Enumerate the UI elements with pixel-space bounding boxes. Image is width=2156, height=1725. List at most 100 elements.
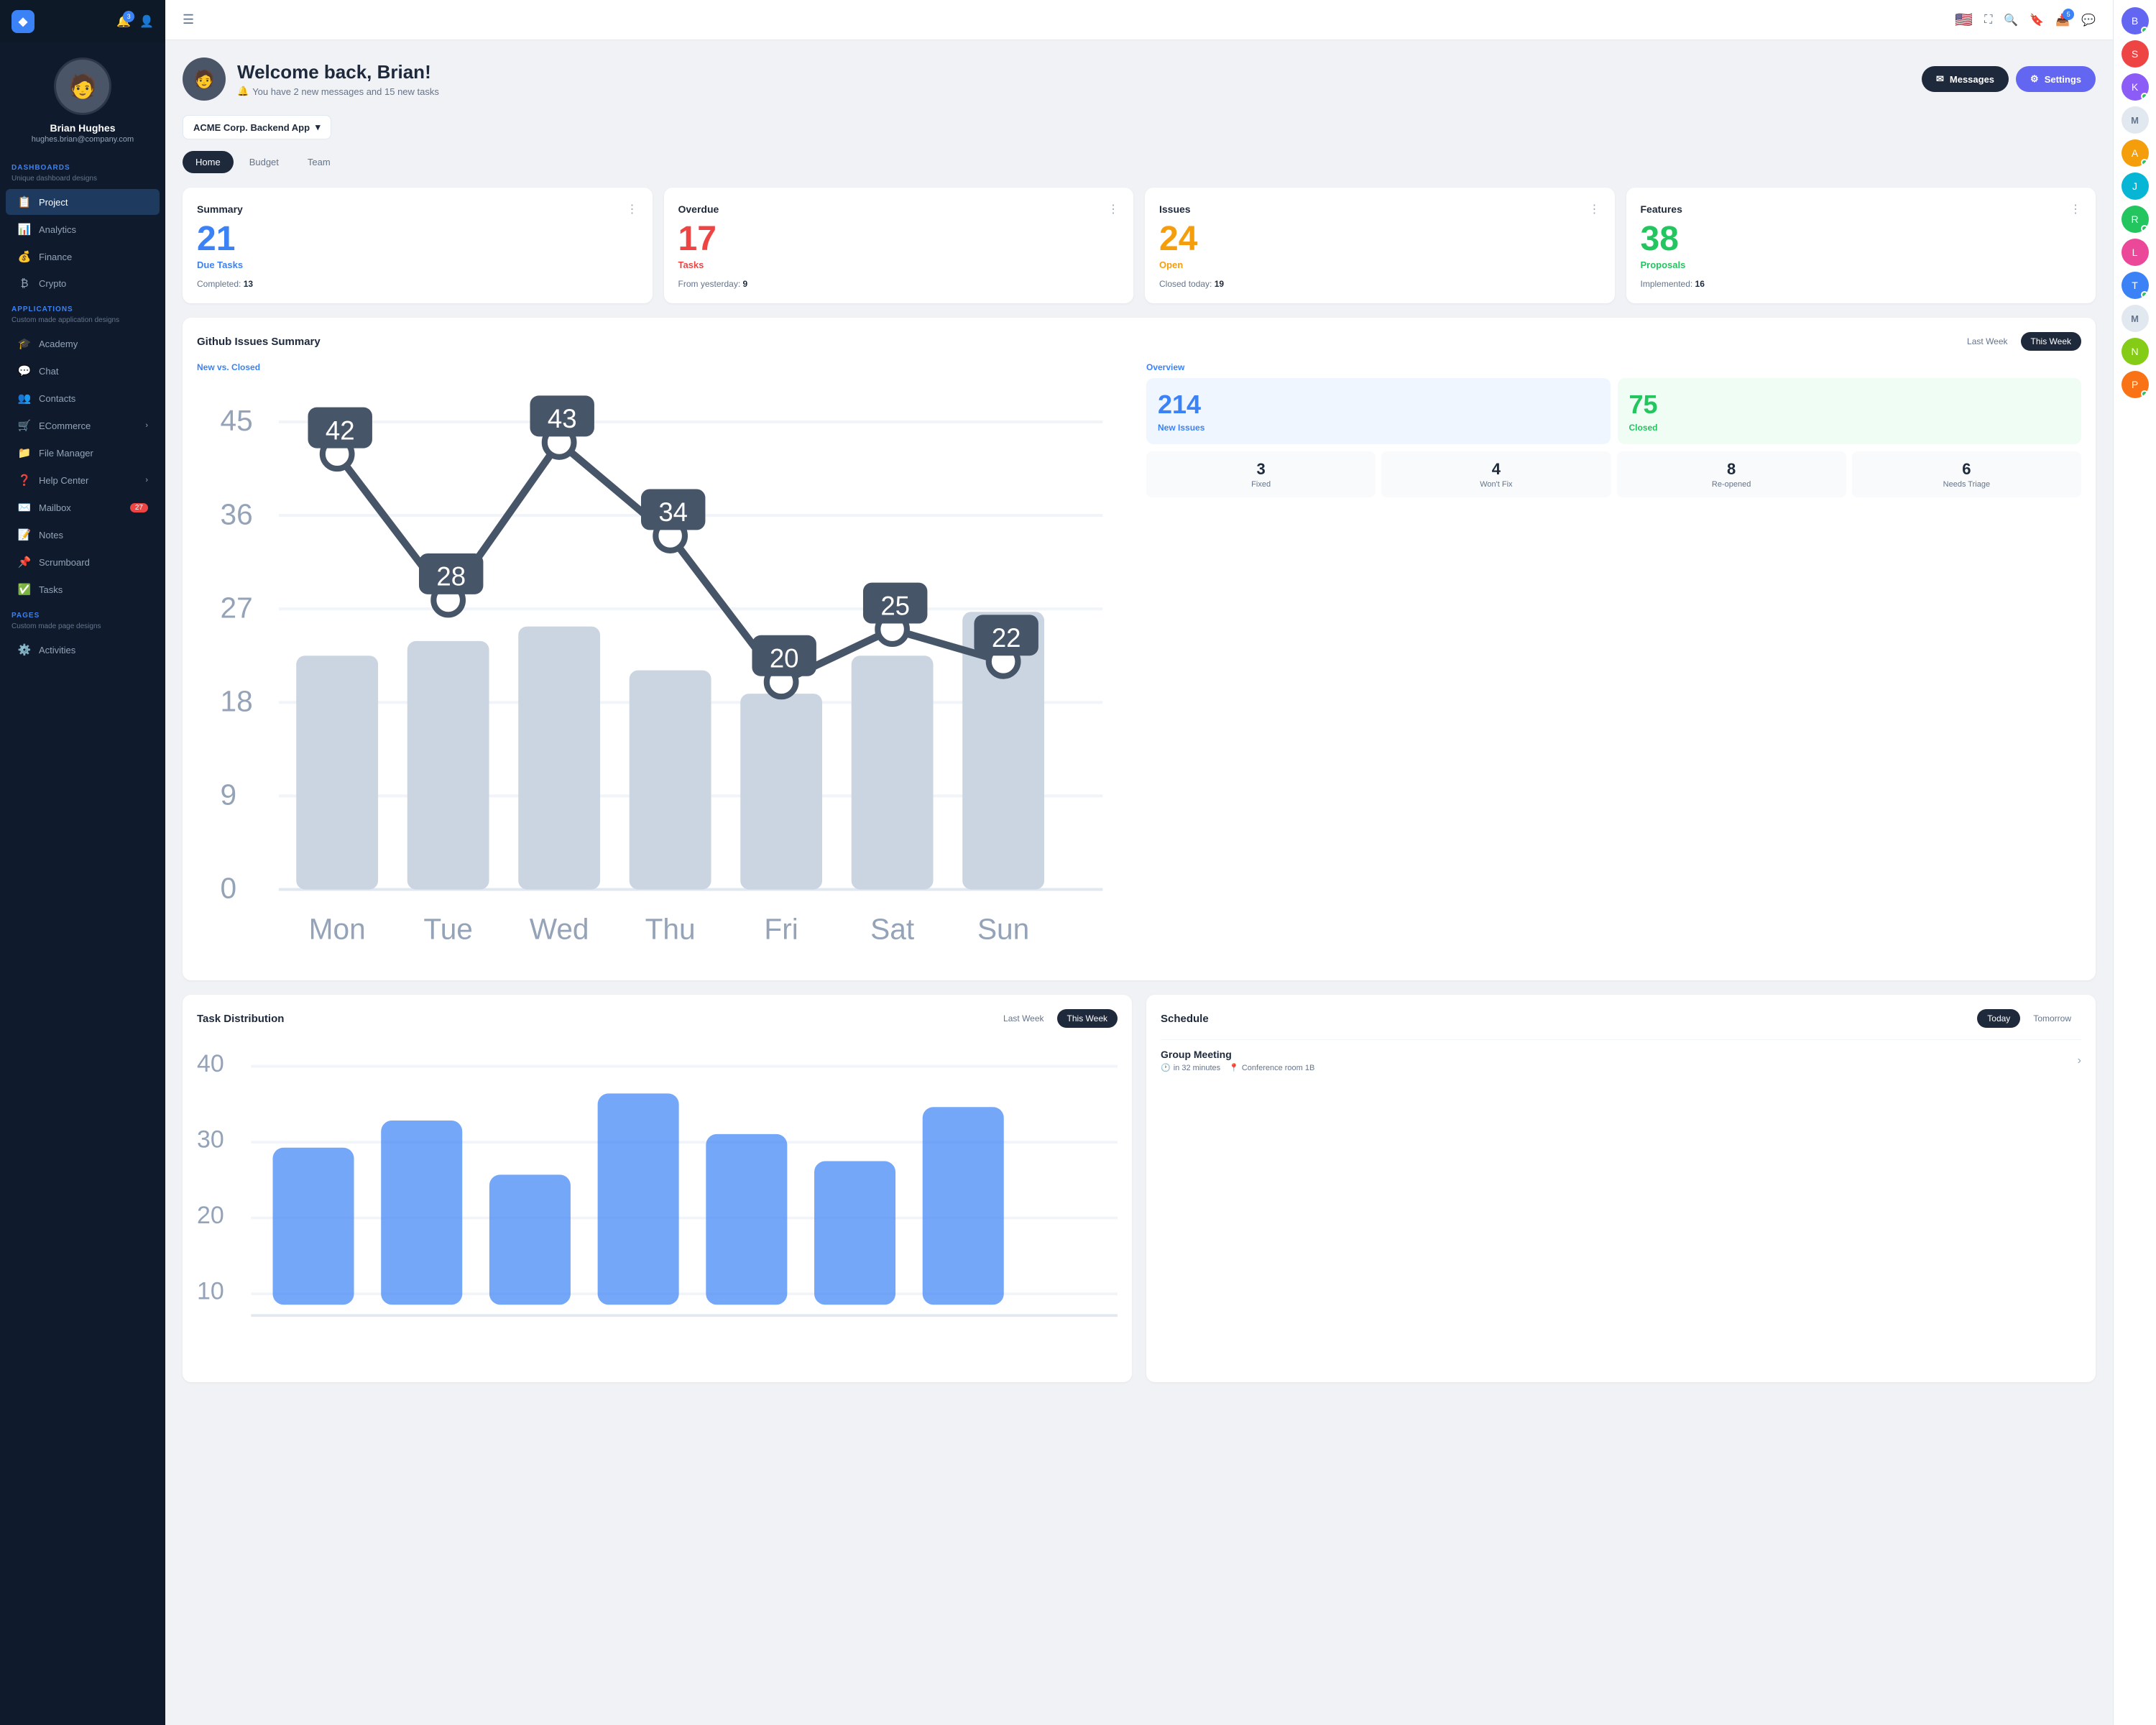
messages-button[interactable]: ✉ Messages	[1922, 66, 2009, 92]
user-icon[interactable]: 👤	[139, 14, 154, 29]
stat-number: 24	[1159, 222, 1600, 257]
project-icon: 📋	[17, 196, 32, 208]
task-distribution-card: Task Distribution Last Week This Week 40…	[183, 995, 1132, 1382]
sidebar-item-label: Finance	[39, 252, 72, 262]
sidebar-item-label: Scrumboard	[39, 557, 90, 568]
hamburger-menu[interactable]: ☰	[183, 12, 194, 27]
chat-button[interactable]: 💬	[2081, 13, 2096, 27]
svg-text:9: 9	[221, 778, 237, 811]
sidebar-item-label: Activities	[39, 645, 75, 656]
svg-text:Thu: Thu	[645, 913, 696, 946]
sidebar-item-filemanager[interactable]: 📁 File Manager	[6, 440, 160, 466]
stat-menu[interactable]: ⋮	[627, 202, 638, 216]
sidebar-item-academy[interactable]: 🎓 Academy	[6, 331, 160, 356]
sidebar-item-activities[interactable]: ⚙️ Activities	[6, 637, 160, 663]
search-button[interactable]: 🔍	[2004, 13, 2018, 27]
settings-button[interactable]: ⚙ Settings	[2016, 66, 2096, 92]
schedule-item-title: Group Meeting	[1161, 1049, 1314, 1060]
rail-avatar-5[interactable]: A	[2122, 139, 2149, 167]
stat-cards: Summary ⋮ 21 Due Tasks Completed: 13 Ove…	[183, 188, 2096, 303]
sidebar-item-finance[interactable]: 💰 Finance	[6, 244, 160, 270]
app-selector[interactable]: ACME Corp. Backend App ▾	[183, 115, 331, 139]
bookmark-button[interactable]: 🔖	[2030, 13, 2044, 27]
stat-card-overdue: Overdue ⋮ 17 Tasks From yesterday: 9	[664, 188, 1134, 303]
sidebar-item-label: Analytics	[39, 224, 76, 235]
github-card-header: Github Issues Summary Last Week This Wee…	[197, 332, 2081, 351]
svg-text:22: 22	[992, 623, 1021, 653]
chart-area: New vs. Closed 45 36 27 18 9 0	[197, 362, 1132, 966]
language-flag[interactable]: 🇺🇸	[1955, 11, 1973, 29]
app-logo[interactable]: ◆	[11, 10, 34, 33]
sidebar-item-project[interactable]: 📋 Project	[6, 189, 160, 215]
online-indicator	[2141, 93, 2148, 100]
scrumboard-icon: 📌	[17, 556, 32, 569]
schedule-card: Schedule Today Tomorrow Group Meeting 🕐 …	[1146, 995, 2096, 1382]
rail-avatar-9[interactable]: T	[2122, 272, 2149, 299]
this-week-button[interactable]: This Week	[2021, 332, 2081, 351]
reopened-number: 8	[1623, 460, 1841, 479]
rail-avatar-2[interactable]: S	[2122, 40, 2149, 68]
svg-text:Mon: Mon	[309, 913, 366, 946]
sidebar-item-notes[interactable]: 📝 Notes	[6, 522, 160, 548]
rail-avatar-8[interactable]: L	[2122, 239, 2149, 266]
bell-icon: 🔔	[237, 86, 249, 97]
tab-home[interactable]: Home	[183, 151, 234, 173]
new-issues-card: 214 New Issues	[1146, 378, 1611, 444]
rail-avatar-1[interactable]: B	[2122, 7, 2149, 34]
welcome-header: 🧑 Welcome back, Brian! 🔔 You have 2 new …	[183, 58, 2096, 101]
fixed-card: 3 Fixed	[1146, 451, 1376, 497]
sidebar-item-label: File Manager	[39, 448, 93, 459]
stat-sub: From yesterday: 9	[678, 279, 1120, 289]
needs-triage-label: Needs Triage	[1858, 480, 2076, 489]
tomorrow-button[interactable]: Tomorrow	[2023, 1009, 2081, 1028]
sidebar-item-contacts[interactable]: 👥 Contacts	[6, 385, 160, 411]
schedule-item-arrow[interactable]: ›	[2078, 1054, 2081, 1067]
sidebar-item-analytics[interactable]: 📊 Analytics	[6, 216, 160, 242]
bar-fri	[740, 694, 822, 889]
sidebar-item-label: Notes	[39, 530, 63, 540]
inbox-button[interactable]: 📥 5	[2055, 13, 2070, 27]
stat-menu[interactable]: ⋮	[1589, 202, 1600, 216]
svg-text:20: 20	[770, 643, 799, 673]
helpcenter-icon: ❓	[17, 474, 32, 487]
sidebar-item-helpcenter[interactable]: ❓ Help Center ›	[6, 467, 160, 493]
tab-budget[interactable]: Budget	[236, 151, 292, 173]
chart-subtitle: New vs. Closed	[197, 362, 1132, 372]
github-card-title: Github Issues Summary	[197, 336, 321, 348]
last-week-button[interactable]: Last Week	[1957, 332, 2017, 351]
fullscreen-button[interactable]: ⛶	[1984, 14, 1992, 27]
sidebar-item-label: ECommerce	[39, 420, 91, 431]
tab-team[interactable]: Team	[295, 151, 344, 173]
stat-menu[interactable]: ⋮	[1107, 202, 1119, 216]
rail-avatar-6[interactable]: J	[2122, 172, 2149, 200]
closed-issues-number: 75	[1629, 390, 2070, 420]
stat-card-header: Summary ⋮	[197, 202, 638, 216]
rail-avatar-7[interactable]: R	[2122, 206, 2149, 233]
wont-fix-number: 4	[1387, 460, 1605, 479]
sidebar-header-icons: 🔔 3 👤	[116, 14, 154, 29]
tasks-icon: ✅	[17, 583, 32, 596]
sidebar-item-mailbox[interactable]: ✉️ Mailbox 27	[6, 494, 160, 520]
bar-sat	[852, 656, 934, 889]
rail-avatar-4[interactable]: M	[2122, 106, 2149, 134]
rail-avatar-3[interactable]: K	[2122, 73, 2149, 101]
sidebar-item-chat[interactable]: 💬 Chat	[6, 358, 160, 384]
task-this-week-button[interactable]: This Week	[1057, 1009, 1118, 1028]
svg-text:36: 36	[221, 497, 253, 530]
profile-email: hughes.brian@company.com	[32, 135, 134, 144]
rail-avatar-10[interactable]: M	[2122, 305, 2149, 332]
rail-avatar-11[interactable]: N	[2122, 338, 2149, 365]
rail-avatar-12[interactable]: P	[2122, 371, 2149, 398]
sidebar-item-crypto[interactable]: ₿ Crypto	[6, 271, 160, 296]
svg-text:30: 30	[197, 1126, 224, 1154]
today-button[interactable]: Today	[1977, 1009, 2020, 1028]
mailbox-icon: ✉️	[17, 501, 32, 514]
sidebar-item-scrumboard[interactable]: 📌 Scrumboard	[6, 549, 160, 575]
sidebar-item-ecommerce[interactable]: 🛒 ECommerce ›	[6, 413, 160, 438]
notifications-button[interactable]: 🔔 3	[116, 14, 131, 29]
task-last-week-button[interactable]: Last Week	[993, 1009, 1054, 1028]
inbox-badge: 5	[2063, 9, 2074, 20]
sidebar-item-tasks[interactable]: ✅ Tasks	[6, 576, 160, 602]
stat-menu[interactable]: ⋮	[2070, 202, 2081, 216]
github-week-toggle: Last Week This Week	[1957, 332, 2081, 351]
